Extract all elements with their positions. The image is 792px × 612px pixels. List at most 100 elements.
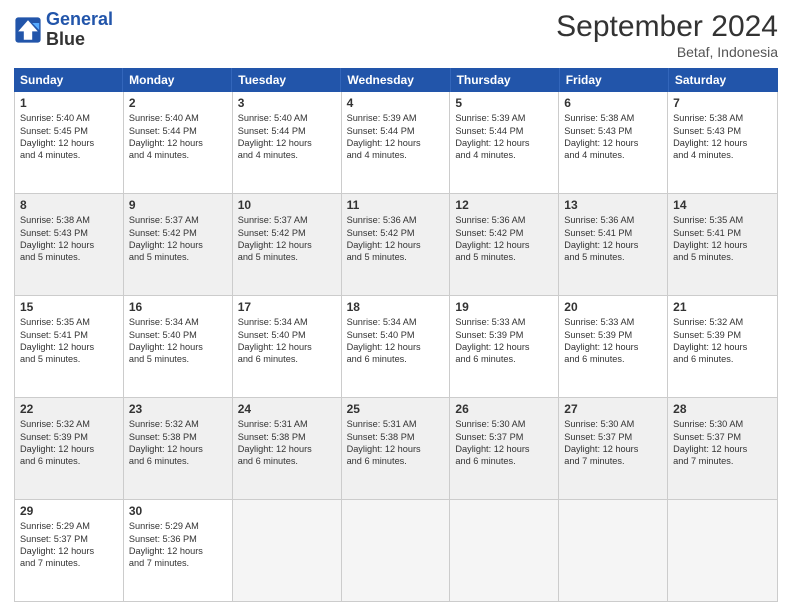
day-number: 10: [238, 197, 336, 213]
day-info: Sunset: 5:39 PM: [673, 329, 772, 341]
calendar-cell: 9Sunrise: 5:37 AMSunset: 5:42 PMDaylight…: [124, 194, 233, 295]
day-info: Sunset: 5:37 PM: [20, 533, 118, 545]
day-number: 15: [20, 299, 118, 315]
day-info: Daylight: 12 hours: [238, 137, 336, 149]
day-info: Sunrise: 5:30 AM: [455, 418, 553, 430]
day-number: 14: [673, 197, 772, 213]
day-info: Daylight: 12 hours: [564, 137, 662, 149]
day-info: Sunrise: 5:38 AM: [673, 112, 772, 124]
day-info: Daylight: 12 hours: [673, 239, 772, 251]
day-info: Sunset: 5:40 PM: [347, 329, 445, 341]
calendar-row: 15Sunrise: 5:35 AMSunset: 5:41 PMDayligh…: [15, 296, 777, 398]
calendar-cell: [668, 500, 777, 601]
calendar-cell: 12Sunrise: 5:36 AMSunset: 5:42 PMDayligh…: [450, 194, 559, 295]
day-info: Sunrise: 5:35 AM: [673, 214, 772, 226]
calendar-cell: 6Sunrise: 5:38 AMSunset: 5:43 PMDaylight…: [559, 92, 668, 193]
month-title: September 2024: [556, 10, 778, 44]
day-info: Sunrise: 5:40 AM: [238, 112, 336, 124]
day-number: 6: [564, 95, 662, 111]
header: General Blue September 2024 Betaf, Indon…: [14, 10, 778, 60]
day-info: Daylight: 12 hours: [129, 137, 227, 149]
day-info: and 6 minutes.: [347, 353, 445, 365]
day-info: Sunrise: 5:40 AM: [20, 112, 118, 124]
day-info: Daylight: 12 hours: [20, 341, 118, 353]
day-info: Sunrise: 5:39 AM: [455, 112, 553, 124]
day-info: and 5 minutes.: [129, 353, 227, 365]
day-info: Daylight: 12 hours: [129, 545, 227, 557]
day-info: Daylight: 12 hours: [673, 443, 772, 455]
day-number: 18: [347, 299, 445, 315]
day-number: 12: [455, 197, 553, 213]
day-info: Sunset: 5:41 PM: [20, 329, 118, 341]
day-info: Sunrise: 5:39 AM: [347, 112, 445, 124]
day-info: Daylight: 12 hours: [455, 137, 553, 149]
day-info: Sunset: 5:37 PM: [455, 431, 553, 443]
day-number: 8: [20, 197, 118, 213]
day-info: Sunrise: 5:34 AM: [347, 316, 445, 328]
calendar-cell: 20Sunrise: 5:33 AMSunset: 5:39 PMDayligh…: [559, 296, 668, 397]
day-info: and 5 minutes.: [564, 251, 662, 263]
day-info: Daylight: 12 hours: [673, 137, 772, 149]
calendar-cell: 22Sunrise: 5:32 AMSunset: 5:39 PMDayligh…: [15, 398, 124, 499]
day-info: and 4 minutes.: [564, 149, 662, 161]
day-info: and 4 minutes.: [673, 149, 772, 161]
day-info: Daylight: 12 hours: [673, 341, 772, 353]
day-info: Sunset: 5:43 PM: [673, 125, 772, 137]
day-info: and 5 minutes.: [238, 251, 336, 263]
calendar-header-cell: Saturday: [669, 68, 778, 92]
calendar-header-cell: Thursday: [451, 68, 560, 92]
calendar-cell: 1Sunrise: 5:40 AMSunset: 5:45 PMDaylight…: [15, 92, 124, 193]
day-number: 24: [238, 401, 336, 417]
day-number: 7: [673, 95, 772, 111]
day-info: Daylight: 12 hours: [20, 239, 118, 251]
day-info: Sunrise: 5:31 AM: [347, 418, 445, 430]
calendar-cell: 24Sunrise: 5:31 AMSunset: 5:38 PMDayligh…: [233, 398, 342, 499]
day-info: Sunset: 5:43 PM: [564, 125, 662, 137]
day-number: 23: [129, 401, 227, 417]
day-info: Sunrise: 5:33 AM: [455, 316, 553, 328]
calendar-cell: [450, 500, 559, 601]
day-info: Sunset: 5:44 PM: [129, 125, 227, 137]
day-info: Sunrise: 5:29 AM: [129, 520, 227, 532]
day-number: 28: [673, 401, 772, 417]
day-info: Sunset: 5:41 PM: [564, 227, 662, 239]
day-info: Sunrise: 5:30 AM: [673, 418, 772, 430]
calendar-cell: 18Sunrise: 5:34 AMSunset: 5:40 PMDayligh…: [342, 296, 451, 397]
calendar-cell: 4Sunrise: 5:39 AMSunset: 5:44 PMDaylight…: [342, 92, 451, 193]
day-info: Daylight: 12 hours: [238, 341, 336, 353]
day-info: Sunset: 5:42 PM: [347, 227, 445, 239]
calendar-header-cell: Wednesday: [341, 68, 450, 92]
day-info: Sunrise: 5:38 AM: [564, 112, 662, 124]
calendar-cell: 28Sunrise: 5:30 AMSunset: 5:37 PMDayligh…: [668, 398, 777, 499]
day-info: and 4 minutes.: [20, 149, 118, 161]
day-info: Sunset: 5:39 PM: [20, 431, 118, 443]
day-info: Daylight: 12 hours: [455, 443, 553, 455]
day-info: Sunset: 5:40 PM: [238, 329, 336, 341]
day-info: Sunrise: 5:34 AM: [238, 316, 336, 328]
day-info: Sunrise: 5:36 AM: [347, 214, 445, 226]
calendar-cell: [342, 500, 451, 601]
day-info: Daylight: 12 hours: [20, 137, 118, 149]
day-info: Daylight: 12 hours: [564, 239, 662, 251]
day-number: 17: [238, 299, 336, 315]
day-info: Sunset: 5:38 PM: [238, 431, 336, 443]
day-info: Sunset: 5:39 PM: [564, 329, 662, 341]
calendar-cell: 15Sunrise: 5:35 AMSunset: 5:41 PMDayligh…: [15, 296, 124, 397]
logo-text: General Blue: [46, 10, 113, 50]
calendar-body: 1Sunrise: 5:40 AMSunset: 5:45 PMDaylight…: [14, 92, 778, 602]
day-info: Daylight: 12 hours: [20, 443, 118, 455]
day-info: Sunset: 5:42 PM: [455, 227, 553, 239]
day-info: and 6 minutes.: [238, 353, 336, 365]
day-number: 30: [129, 503, 227, 519]
day-info: Sunrise: 5:35 AM: [20, 316, 118, 328]
day-number: 5: [455, 95, 553, 111]
day-number: 1: [20, 95, 118, 111]
day-info: Daylight: 12 hours: [129, 341, 227, 353]
calendar-row: 29Sunrise: 5:29 AMSunset: 5:37 PMDayligh…: [15, 500, 777, 601]
calendar-cell: 21Sunrise: 5:32 AMSunset: 5:39 PMDayligh…: [668, 296, 777, 397]
calendar-row: 1Sunrise: 5:40 AMSunset: 5:45 PMDaylight…: [15, 92, 777, 194]
calendar-cell: 2Sunrise: 5:40 AMSunset: 5:44 PMDaylight…: [124, 92, 233, 193]
day-info: Sunrise: 5:36 AM: [564, 214, 662, 226]
day-info: Sunset: 5:40 PM: [129, 329, 227, 341]
day-info: Sunrise: 5:40 AM: [129, 112, 227, 124]
